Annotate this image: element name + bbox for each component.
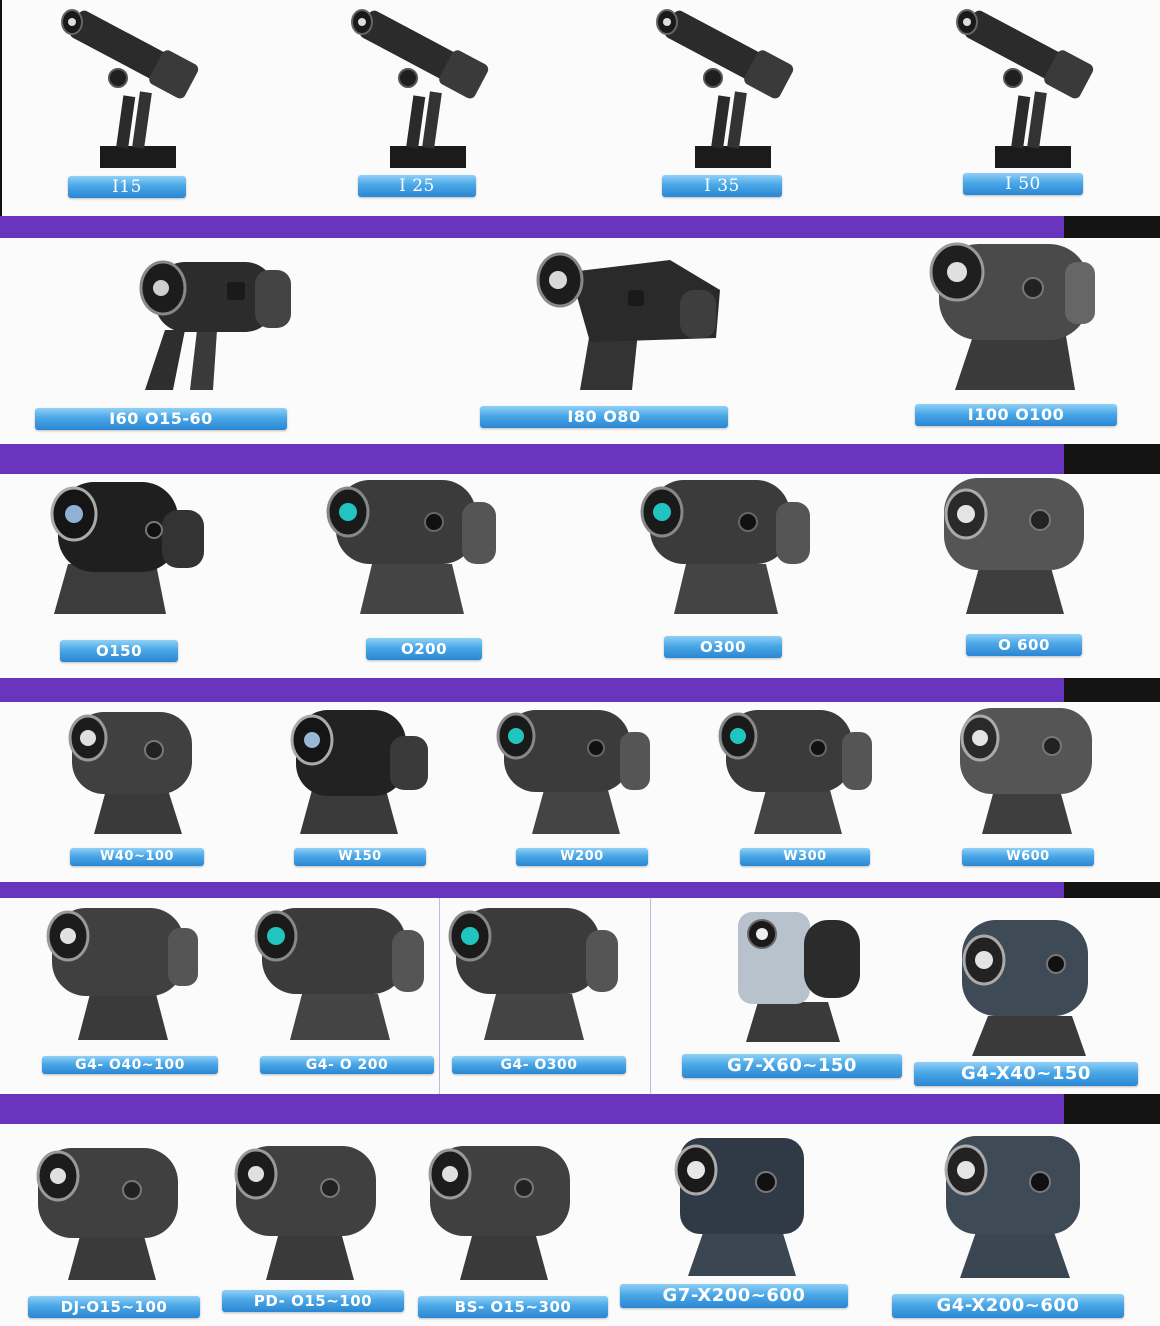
product-card[interactable]: O200	[322, 474, 502, 664]
row-divider	[0, 444, 1160, 474]
product-card[interactable]: G7-X60~150	[682, 906, 902, 1080]
gobo-projector-icon	[962, 920, 1088, 1056]
product-card[interactable]: W200	[496, 706, 656, 868]
gobo-projector-icon	[674, 1138, 804, 1276]
spot-projector-icon	[351, 9, 489, 168]
product-card[interactable]: I 35	[645, 0, 805, 200]
product-card[interactable]: G4-X200~600	[892, 1130, 1124, 1322]
row-divider	[0, 1094, 1160, 1124]
row-divider	[0, 216, 1160, 238]
product-card[interactable]: W40~100	[64, 706, 214, 868]
product-card[interactable]: W600	[956, 706, 1106, 868]
gobo-projector-icon	[536, 252, 720, 390]
gobo-projector-icon	[290, 710, 428, 834]
product-card[interactable]: I80 O80	[480, 250, 740, 432]
product-label: O300	[664, 636, 782, 658]
product-label: W150	[294, 848, 426, 866]
product-label: W600	[962, 848, 1094, 866]
product-label: I80 O80	[480, 406, 728, 428]
product-card[interactable]: W300	[718, 706, 878, 868]
product-card[interactable]: G4- O40~100	[40, 900, 230, 1078]
row-divider	[0, 882, 1160, 898]
gobo-projector-icon	[139, 260, 291, 390]
gobo-projector-icon	[944, 1136, 1080, 1278]
product-card[interactable]: BS- O15~300	[416, 1140, 608, 1320]
product-label: G4- O40~100	[42, 1056, 218, 1074]
product-card[interactable]: G4- O300	[446, 900, 630, 1078]
column-separator	[439, 898, 440, 1094]
product-label: O150	[60, 640, 178, 662]
gobo-projector-icon	[68, 712, 192, 834]
gobo-projector-icon	[428, 1146, 570, 1280]
spot-projector-icon	[956, 9, 1094, 168]
spot-projector-icon	[61, 9, 199, 168]
product-card[interactable]: G4- O 200	[252, 900, 436, 1078]
gobo-projector-icon	[718, 710, 872, 834]
product-card[interactable]: G4-X40~150	[912, 916, 1138, 1086]
gobo-projector-icon	[46, 908, 198, 1040]
product-label: DJ-O15~100	[28, 1296, 200, 1318]
gobo-projector-icon	[326, 480, 496, 614]
product-label: G4- O 200	[260, 1056, 434, 1074]
product-label: BS- O15~300	[418, 1296, 608, 1318]
product-label: I60 O15-60	[35, 408, 287, 430]
product-card[interactable]: I100 O100	[915, 240, 1125, 432]
product-card[interactable]: O 600	[940, 474, 1100, 664]
gobo-projector-icon	[960, 708, 1092, 834]
gobo-projector-icon	[448, 908, 618, 1040]
row-divider	[0, 678, 1160, 702]
gobo-projector-icon	[944, 478, 1084, 614]
product-card[interactable]: PD- O15~100	[222, 1140, 404, 1318]
product-label: I15	[68, 176, 186, 198]
product-label: G4-X200~600	[892, 1294, 1124, 1318]
product-label: I 50	[963, 173, 1083, 195]
product-label: I 25	[358, 175, 476, 197]
product-card[interactable]: I60 O15-60	[35, 250, 295, 432]
gobo-projector-icon	[929, 242, 1095, 390]
product-label: O200	[366, 638, 482, 660]
gobo-projector-icon	[36, 1148, 178, 1280]
gobo-projector-icon	[234, 1146, 376, 1280]
product-card[interactable]: W150	[286, 706, 436, 868]
gobo-projector-icon	[640, 480, 810, 614]
product-label: W200	[516, 848, 648, 866]
product-card[interactable]: I15	[50, 0, 210, 200]
product-label: I 35	[662, 175, 782, 197]
product-label: G7-X60~150	[682, 1054, 902, 1078]
spot-projector-icon	[656, 9, 794, 168]
product-card[interactable]: O300	[636, 474, 816, 664]
product-card[interactable]: I 25	[340, 0, 500, 200]
product-label: W40~100	[70, 848, 204, 866]
gobo-projector-icon	[496, 710, 650, 834]
product-label: I100 O100	[915, 404, 1117, 426]
gobo-projector-icon	[254, 908, 424, 1040]
product-label: G4- O300	[452, 1056, 626, 1074]
product-card[interactable]: DJ-O15~100	[28, 1140, 202, 1318]
product-label: W300	[740, 848, 870, 866]
product-card[interactable]: I 50	[945, 0, 1105, 200]
product-card[interactable]: O150	[44, 474, 204, 666]
column-separator	[650, 898, 651, 1094]
product-card[interactable]: G7-X200~600	[620, 1130, 848, 1316]
product-label: G4-X40~150	[914, 1062, 1138, 1086]
product-label: PD- O15~100	[222, 1290, 404, 1312]
product-label: G7-X200~600	[620, 1284, 848, 1308]
gobo-projector-icon	[738, 912, 860, 1042]
product-label: O 600	[966, 634, 1082, 656]
gobo-projector-icon	[50, 482, 204, 614]
